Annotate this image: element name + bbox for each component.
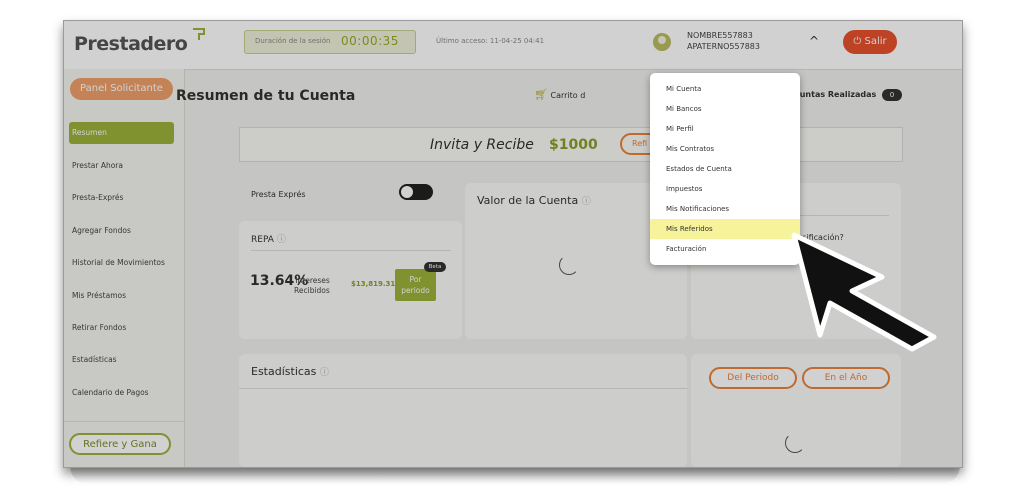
frame-shadow <box>70 466 960 484</box>
pointer-arrow-icon <box>791 232 937 352</box>
user-dropdown-menu: Mi Cuenta Mi Bancos Mi Perfil Mis Contra… <box>650 73 800 265</box>
menu-item-mi-perfil[interactable]: Mi Perfil <box>650 119 800 139</box>
menu-item-estados-de-cuenta[interactable]: Estados de Cuenta <box>650 159 800 179</box>
menu-item-mi-bancos[interactable]: Mi Bancos <box>650 99 800 119</box>
menu-item-mis-notificaciones[interactable]: Mis Notificaciones <box>650 199 800 219</box>
menu-item-mi-cuenta[interactable]: Mi Cuenta <box>650 79 800 99</box>
menu-item-impuestos[interactable]: Impuestos <box>650 179 800 199</box>
menu-item-mis-contratos[interactable]: Mis Contratos <box>650 139 800 159</box>
app-window: Prestadero Duración de la sesión 00:00:3… <box>63 20 963 468</box>
menu-item-facturacion[interactable]: Facturación <box>650 239 800 259</box>
menu-item-mis-referidos[interactable]: Mis Referidos <box>650 219 800 239</box>
